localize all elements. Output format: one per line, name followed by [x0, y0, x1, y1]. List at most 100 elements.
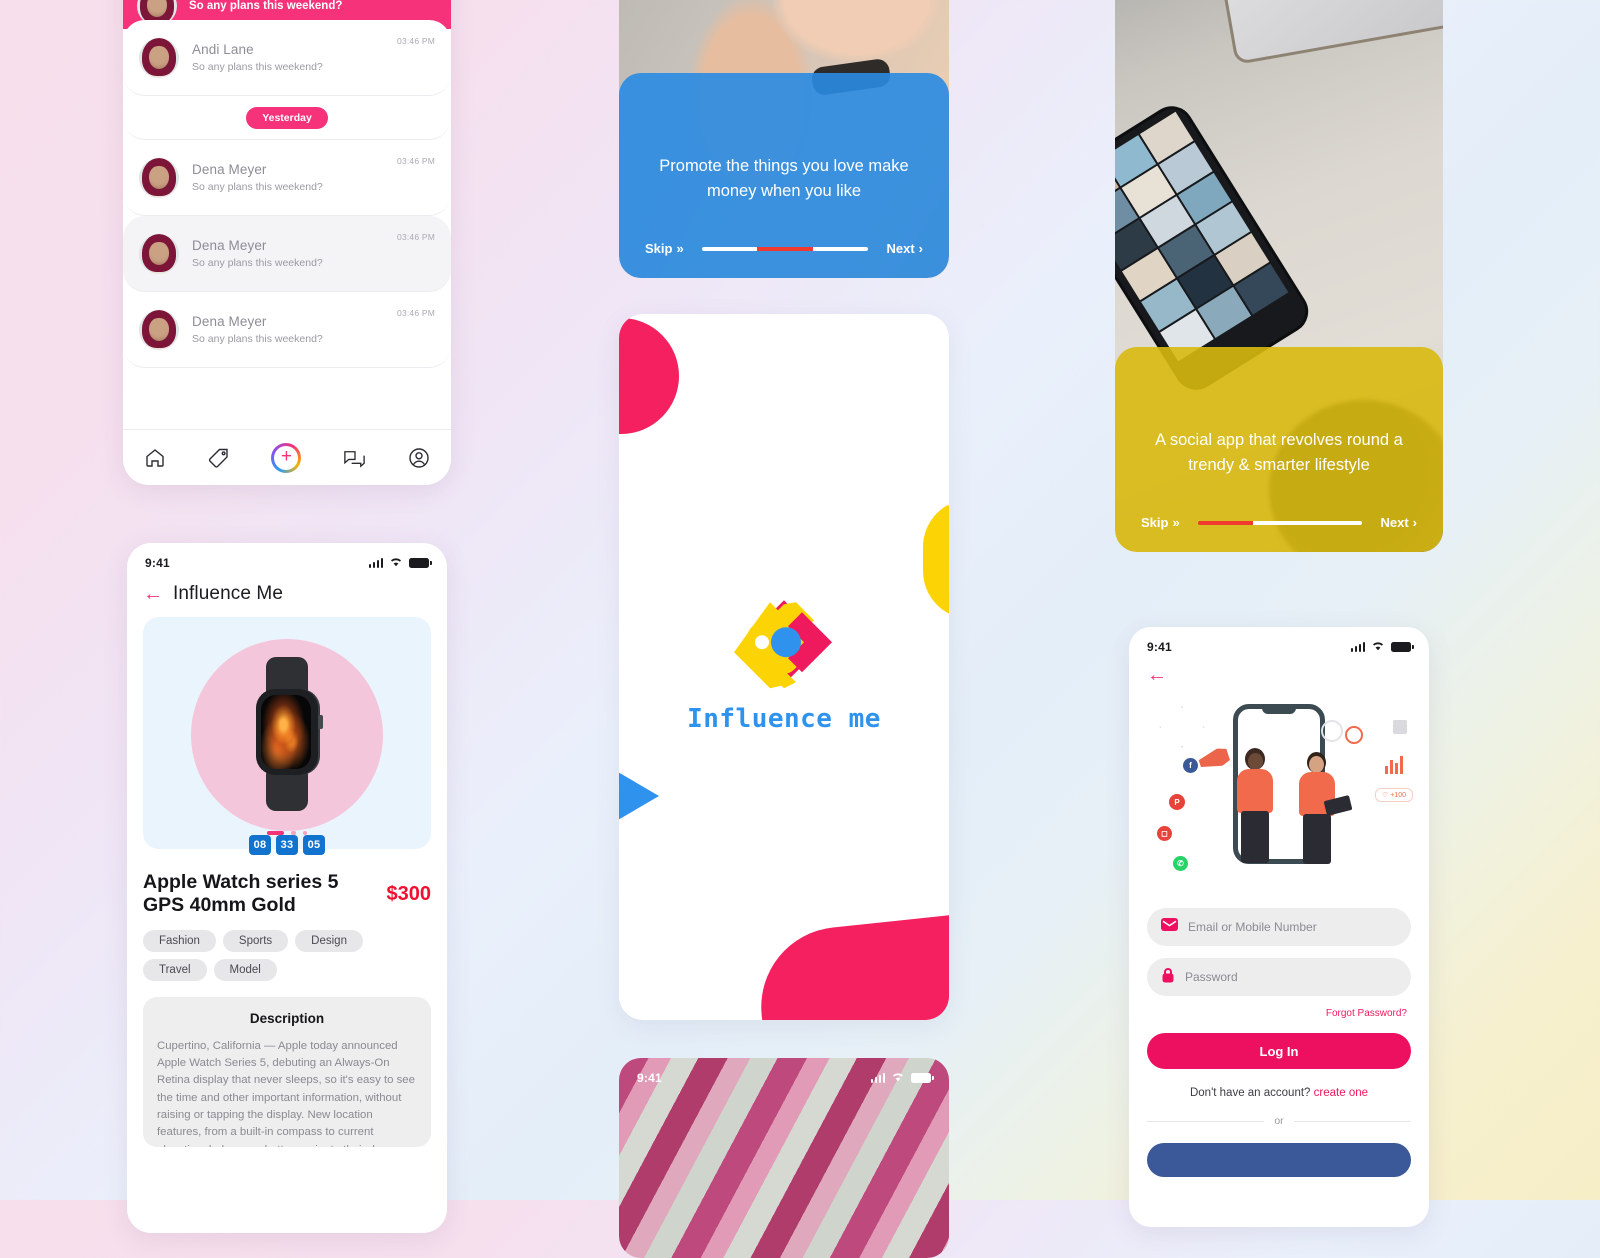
facebook-badge-icon: f	[1183, 758, 1198, 773]
back-arrow-icon[interactable]: ←	[143, 584, 163, 604]
cellular-signal-icon	[870, 1073, 885, 1083]
target-icon	[1345, 726, 1363, 744]
mail-icon	[1161, 918, 1178, 936]
chat-name: Dena Meyer	[192, 162, 267, 177]
or-label: or	[1274, 1115, 1284, 1127]
signup-prompt: Don't have an account? create one	[1147, 1087, 1411, 1099]
speech-burst-icon	[1159, 706, 1205, 748]
forgot-password-link[interactable]: Forgot Password?	[1147, 1008, 1411, 1019]
wifi-icon	[1371, 638, 1385, 656]
email-placeholder: Email or Mobile Number	[1188, 920, 1317, 934]
avatar	[139, 309, 179, 350]
countdown-seconds: 05	[303, 835, 325, 855]
skip-button[interactable]: Skip »	[1141, 515, 1180, 530]
chat-preview: So any plans this weekend?	[192, 181, 323, 193]
apple-watch-illustration	[253, 657, 323, 811]
skip-label: Skip	[1141, 515, 1169, 530]
facebook-login-button[interactable]	[1147, 1143, 1411, 1177]
status-time: 9:41	[637, 1071, 662, 1085]
chat-list-screen: So any plans this weekend? Andi Lane So …	[123, 0, 451, 485]
tag-chip[interactable]: Fashion	[143, 929, 216, 952]
lock-icon	[1161, 967, 1175, 988]
tag-chip[interactable]: Design	[295, 929, 363, 952]
product-headline: Apple Watch series 5 GPS 40mm Gold $300	[127, 855, 447, 918]
onboarding-screen-yellow: A social app that revolves round a trend…	[1115, 0, 1443, 552]
table-row[interactable]: Dena Meyer So any plans this weekend? 03…	[123, 140, 451, 216]
onboarding-progress	[701, 246, 869, 251]
tag-icon[interactable]	[207, 446, 231, 470]
back-arrow-icon[interactable]: ←	[1129, 659, 1429, 686]
skip-button[interactable]: Skip »	[645, 241, 684, 256]
next-label: Next	[1380, 515, 1409, 530]
photo-grid	[1115, 111, 1289, 362]
no-account-text: Don't have an account?	[1189, 1087, 1311, 1099]
onboarding-text: Promote the things you love make money w…	[659, 157, 909, 200]
pink-photo-screen: 9:41	[619, 1058, 949, 1258]
chat-time: 03:46 PM	[397, 156, 435, 166]
next-button[interactable]: Next ›	[886, 241, 923, 256]
chat-header-preview: So any plans this weekend?	[189, 0, 343, 12]
chat-preview: So any plans this weekend?	[192, 333, 323, 345]
status-bar: 9:41	[1129, 627, 1429, 659]
profile-icon[interactable]	[407, 446, 431, 470]
laptop-in-photo	[1213, 0, 1443, 65]
product-detail-screen: 9:41 ← Influence Me 08 33 05 Apple Watch…	[127, 543, 447, 1233]
password-placeholder: Password	[1185, 970, 1238, 984]
status-bar: 9:41	[619, 1058, 949, 1090]
add-post-icon[interactable]: +	[271, 442, 302, 473]
man-illustration	[1293, 752, 1353, 868]
login-button[interactable]: Log In	[1147, 1033, 1411, 1069]
chat-preview: So any plans this weekend?	[192, 61, 323, 73]
avatar	[139, 157, 179, 198]
tag-chip[interactable]: Sports	[222, 929, 289, 952]
chevron-right-icon: ›	[1412, 515, 1417, 530]
table-row[interactable]: Dena Meyer So any plans this weekend? 03…	[123, 216, 451, 292]
page-title: Influence Me	[173, 583, 283, 604]
create-account-link[interactable]: create one	[1314, 1087, 1368, 1099]
avatar	[139, 233, 179, 274]
onboarding-overlay: A social app that revolves round a trend…	[1115, 347, 1443, 552]
wifi-icon	[389, 554, 403, 572]
like-counter-badge: ♡ +100	[1375, 788, 1413, 802]
instagram-badge-icon: ◻	[1157, 826, 1172, 841]
divider-line	[1293, 1120, 1411, 1122]
description-body: Cupertino, California — Apple today anno…	[157, 1039, 415, 1147]
day-pill: Yesterday	[246, 106, 328, 129]
chat-preview: So any plans this weekend?	[192, 257, 323, 269]
decor-blob-pink-topleft	[619, 318, 679, 434]
login-screen: 9:41 ← f P ◻ ✆ ♡ +100 Email or Mobile Nu…	[1129, 627, 1429, 1227]
app-logo-icon	[726, 594, 842, 690]
battery-icon	[409, 558, 432, 568]
table-row[interactable]: Dena Meyer So any plans this weekend? 03…	[123, 292, 451, 368]
home-icon[interactable]	[143, 446, 167, 470]
email-field[interactable]: Email or Mobile Number	[1147, 908, 1411, 946]
or-divider: or	[1147, 1115, 1411, 1127]
chat-time: 03:46 PM	[397, 36, 435, 46]
status-time: 9:41	[1147, 640, 1172, 654]
cellular-signal-icon	[1350, 642, 1365, 652]
chat-time: 03:46 PM	[397, 232, 435, 242]
woman-illustration	[1229, 748, 1285, 868]
bar-chart-icon	[1385, 754, 1403, 774]
status-time: 9:41	[145, 556, 170, 570]
pinterest-badge-icon: P	[1169, 794, 1185, 810]
chat-name: Andi Lane	[192, 42, 254, 57]
tag-chip[interactable]: Travel	[143, 958, 207, 981]
product-image	[143, 617, 431, 849]
table-row[interactable]: Andi Lane So any plans this weekend? 03:…	[123, 20, 451, 96]
login-form: Email or Mobile Number Password Forgot P…	[1129, 884, 1429, 1177]
megaphone-icon	[1197, 746, 1231, 772]
chevron-right-icon: ›	[918, 241, 923, 256]
cellular-signal-icon	[368, 558, 383, 568]
thumbs-up-icon	[1393, 720, 1407, 734]
chat-icon[interactable]	[342, 446, 367, 470]
next-button[interactable]: Next ›	[1380, 515, 1417, 530]
splash-content: Influence me	[619, 594, 949, 734]
password-field[interactable]: Password	[1147, 958, 1411, 996]
product-tags: Fashion Sports Design Travel Model	[127, 918, 447, 981]
countdown-minutes: 33	[276, 835, 298, 855]
battery-icon	[911, 1073, 934, 1083]
onboarding-controls: Skip » Next ›	[1115, 515, 1443, 530]
onboarding-overlay: Promote the things you love make money w…	[619, 73, 949, 278]
tag-chip[interactable]: Model	[213, 958, 277, 981]
